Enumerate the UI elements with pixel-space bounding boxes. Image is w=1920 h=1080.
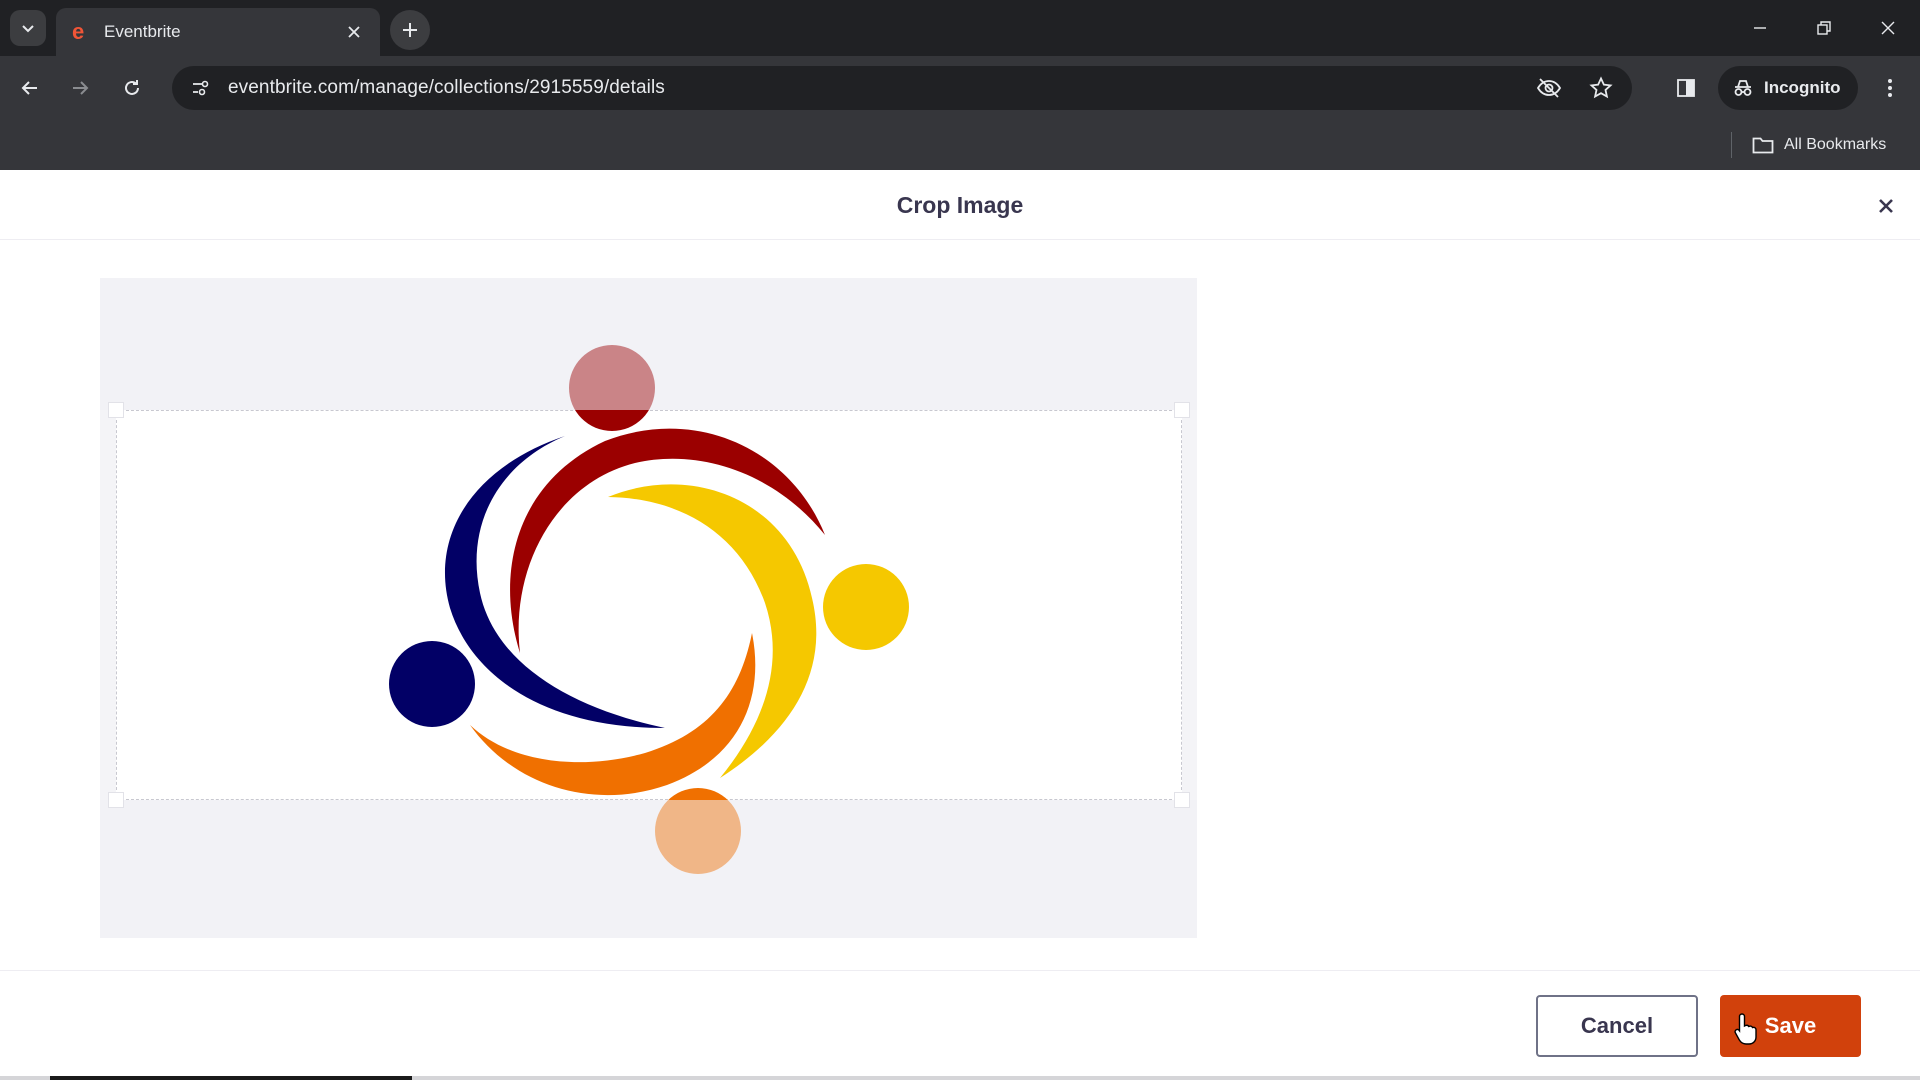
eye-off-icon[interactable] xyxy=(1528,67,1570,109)
modal-close-button[interactable] xyxy=(1870,190,1902,222)
modal-header: Crop Image xyxy=(0,170,1920,240)
crop-handle-top-left[interactable] xyxy=(108,402,124,418)
all-bookmarks-label: All Bookmarks xyxy=(1784,136,1887,153)
eventbrite-e-icon: e xyxy=(70,21,92,43)
side-panel-icon xyxy=(1677,79,1695,97)
browser-menu-button[interactable] xyxy=(1870,68,1910,108)
tab-search-button[interactable] xyxy=(10,10,46,46)
close-icon xyxy=(1881,21,1895,35)
folder-icon xyxy=(1752,137,1774,154)
all-bookmarks-button[interactable]: All Bookmarks xyxy=(1752,128,1886,162)
minimize-button[interactable] xyxy=(1732,6,1788,50)
plus-icon xyxy=(403,23,417,37)
modal-title: Crop Image xyxy=(896,192,1024,218)
crop-mask-bottom xyxy=(100,800,1197,938)
crop-image-modal: Crop Image Cancel Save xyxy=(0,170,1920,1080)
chevron-down-icon xyxy=(22,25,34,33)
arrow-left-icon xyxy=(21,81,37,95)
close-icon xyxy=(1879,199,1893,213)
reload-button[interactable] xyxy=(112,68,152,108)
scroll-segment xyxy=(50,1076,412,1080)
logo-dot-navy xyxy=(389,641,475,727)
tab-close-icon[interactable] xyxy=(342,20,366,44)
incognito-indicator[interactable]: Incognito xyxy=(1718,66,1858,110)
restore-icon xyxy=(1817,21,1831,35)
minimize-icon xyxy=(1754,27,1766,29)
arrow-right-icon xyxy=(73,81,89,95)
tab-title: Eventbrite xyxy=(104,22,181,41)
browser-toolbar: eventbrite.com/manage/collections/291555… xyxy=(0,56,1920,120)
crop-handle-bottom-left[interactable] xyxy=(108,792,124,808)
bookmarks-divider xyxy=(1731,132,1732,158)
crop-mask-top xyxy=(100,278,1197,410)
svg-text:e: e xyxy=(72,21,84,43)
modal-footer: Cancel Save xyxy=(0,970,1920,1080)
site-settings-icon[interactable] xyxy=(180,68,220,108)
close-window-button[interactable] xyxy=(1860,6,1916,50)
reload-icon xyxy=(125,80,139,95)
incognito-icon xyxy=(1734,80,1752,96)
forward-button[interactable] xyxy=(60,68,100,108)
cancel-button[interactable]: Cancel xyxy=(1536,995,1698,1057)
side-panel-button[interactable] xyxy=(1666,68,1706,108)
browser-tab-strip: e Eventbrite xyxy=(0,0,1920,56)
bottom-scroll-indicator xyxy=(0,1076,1920,1080)
crop-handle-bottom-right[interactable] xyxy=(1174,792,1190,808)
more-vertical-icon xyxy=(1888,79,1892,97)
address-bar[interactable]: eventbrite.com/manage/collections/291555… xyxy=(172,66,1632,110)
back-button[interactable] xyxy=(10,68,50,108)
crop-canvas[interactable] xyxy=(100,278,1197,938)
logo-dot-yellow xyxy=(823,564,909,650)
url-text[interactable]: eventbrite.com/manage/collections/291555… xyxy=(228,77,1528,99)
star-icon[interactable] xyxy=(1580,67,1622,109)
browser-tab[interactable]: e Eventbrite xyxy=(56,8,380,56)
new-tab-button[interactable] xyxy=(390,10,430,50)
restore-button[interactable] xyxy=(1796,6,1852,50)
incognito-label: Incognito xyxy=(1764,78,1841,97)
hand-pointer-icon xyxy=(1734,1013,1757,1045)
bookmarks-bar: All Bookmarks xyxy=(0,120,1920,170)
crop-handle-top-right[interactable] xyxy=(1174,402,1190,418)
